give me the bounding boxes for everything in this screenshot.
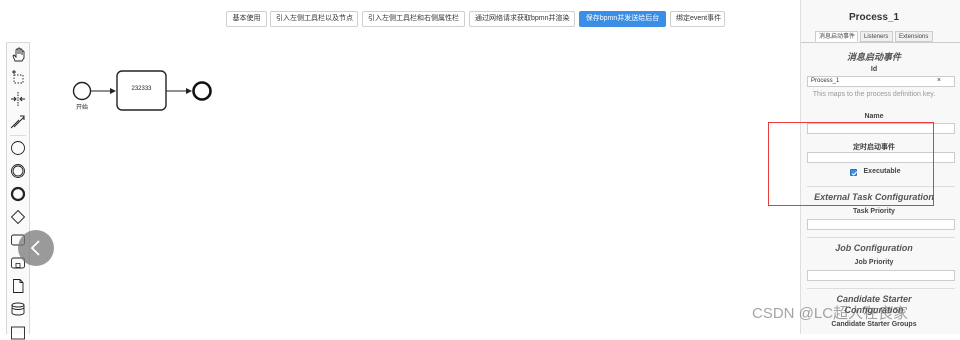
fetch-bpmn-button[interactable]: 通过网络请求获取bpmn并渲染 [469, 11, 575, 27]
palette-separator [10, 135, 26, 136]
tab-message-start[interactable]: 消息启动事件 [815, 31, 858, 42]
job-priority-input[interactable] [807, 270, 955, 281]
intermediate-event-icon[interactable] [10, 163, 26, 179]
gateway-icon[interactable] [10, 209, 26, 225]
end-event[interactable] [192, 81, 212, 101]
task-priority-label: Task Priority [853, 208, 895, 215]
arrowhead [110, 88, 116, 94]
section-message-start: 消息启动事件 [846, 52, 901, 62]
task-node-label: 232333 [131, 86, 152, 92]
end-event-icon[interactable] [10, 186, 26, 202]
import-palette-button[interactable]: 引入左侧工具栏以及节点 [270, 11, 358, 27]
name-label: Name [864, 113, 884, 120]
clear-icon[interactable]: × [937, 77, 941, 84]
panel-title: Process_1 [848, 12, 900, 23]
import-palette-properties-button[interactable]: 引入左侧工具栏和右侧属性栏 [362, 11, 465, 27]
start-event-label: 开始 [76, 105, 89, 111]
tab-extensions[interactable]: Extensions [895, 31, 933, 42]
data-object-icon[interactable] [10, 278, 26, 294]
start-event[interactable] [72, 81, 92, 101]
watermark: CSDN @LC超人在良家 [752, 305, 909, 322]
arrowhead [186, 88, 192, 94]
id-label: Id [870, 66, 878, 73]
bpmn-diagram [72, 70, 212, 111]
previous-button[interactable] [18, 230, 54, 266]
tabs-divider [801, 42, 960, 43]
section-job-configuration: Job Configuration [835, 243, 913, 253]
data-store-icon[interactable] [10, 301, 26, 317]
job-priority-label: Job Priority [854, 259, 894, 266]
save-bpmn-button[interactable]: 保存bpmn并发送给后台 [579, 11, 666, 27]
id-input[interactable]: Process_1 × [807, 76, 955, 87]
id-description: This maps to the process definition key. [812, 91, 936, 98]
highlight-box [768, 122, 934, 206]
panel-separator [807, 288, 955, 289]
start-event-icon[interactable] [10, 140, 26, 156]
tab-listeners[interactable]: Listeners [860, 31, 893, 42]
participant-icon[interactable] [10, 324, 26, 340]
task-priority-input[interactable] [807, 219, 955, 230]
bind-event-button[interactable]: 绑定event事件 [670, 11, 725, 27]
id-value: Process_1 [811, 78, 840, 84]
panel-separator [807, 237, 955, 238]
chevron-left-icon [30, 240, 40, 256]
